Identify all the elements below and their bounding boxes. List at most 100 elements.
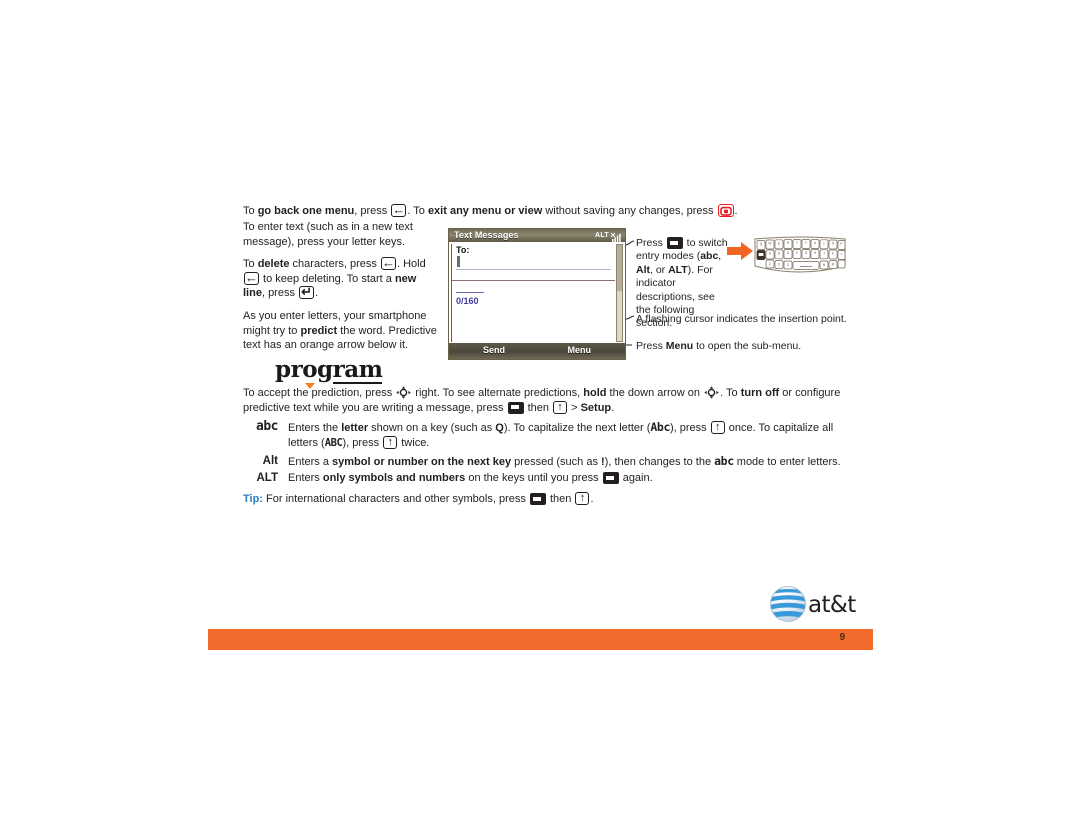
definition-desc-alt: Enters a symbol or number on the next ke… xyxy=(288,454,863,470)
message-separator-rule xyxy=(452,280,615,281)
callout1-mode-abc: abc xyxy=(700,250,719,263)
accept-text-7: > xyxy=(568,401,581,414)
phone-status-mode: ALT xyxy=(595,231,609,239)
abc-text-4: ), press xyxy=(669,422,710,434)
definition-row-abc: abc Enters the letter shown on a key (su… xyxy=(243,419,863,450)
program-highlight: ram xyxy=(332,356,383,384)
softkey-menu[interactable]: Menu xyxy=(568,345,592,355)
intro-bold-exit: exit any menu or view xyxy=(427,205,543,217)
delete-bold: delete xyxy=(257,258,290,271)
intro-bold-go-back: go back one menu xyxy=(257,205,355,217)
character-counter: 0/160 xyxy=(456,296,479,306)
intro-text-1: To xyxy=(243,205,258,217)
accept-text-8: . xyxy=(611,401,615,414)
svg-text:S: S xyxy=(778,251,780,255)
softkey-send[interactable]: Send xyxy=(483,345,505,355)
tip-row: Tip: For international characters and ot… xyxy=(243,491,863,507)
abc-bold-letter: letter xyxy=(341,422,369,434)
callout3-text-1: Press xyxy=(636,340,666,352)
delete-text-2: characters, press xyxy=(289,258,380,271)
callout1-mode-alt: Alt xyxy=(636,263,650,276)
callout1-text-3: , xyxy=(718,250,722,263)
abc-bold-q: Q xyxy=(495,422,504,434)
intro-text-5: . xyxy=(734,205,738,217)
predict-bold: predict xyxy=(300,324,338,337)
accept-text-6: then xyxy=(524,401,553,414)
callout1-mode-ALT: ALT xyxy=(668,263,688,276)
tip-text-2: then xyxy=(546,493,575,505)
accept-text-1: To accept the prediction, press xyxy=(243,387,396,399)
alt-text-3: ), then changes to the xyxy=(604,456,715,468)
orange-pointer-arrow xyxy=(727,242,753,260)
delete-text-6: . xyxy=(315,287,319,300)
delete-text-3: . Hold xyxy=(396,258,426,271)
alt-key-icon xyxy=(602,472,619,484)
att-wordmark: at&t xyxy=(808,592,856,618)
page-number: 9 xyxy=(839,632,845,643)
alt-key-icon xyxy=(666,237,683,249)
accept-bold-hold: hold xyxy=(583,387,607,399)
abc-text-2: shown on a key (such as xyxy=(368,422,496,434)
to-field-label: To: xyxy=(456,245,470,255)
back-key-icon xyxy=(244,270,259,286)
alt-bold-symbol: symbol or number on the next key xyxy=(332,456,512,468)
back-key-icon xyxy=(380,255,396,271)
callout2-text: A flashing cursor indicates the insertio… xyxy=(636,313,847,325)
svg-text:F: F xyxy=(796,251,798,255)
abc-text-3: ). To capitalize the next letter ( xyxy=(503,422,651,434)
footer-bar: 9 xyxy=(208,629,873,650)
callout-sub-menu: Press Menu to open the sub-menu. xyxy=(636,340,866,353)
phone-scrollbar-thumb[interactable] xyxy=(617,245,622,292)
phone-softkey-bar: Send Menu xyxy=(449,343,625,359)
callout3-text-2: to open the sub-menu. xyxy=(693,340,802,352)
accept-text-4: . To xyxy=(720,387,741,399)
shift-key-icon xyxy=(575,491,590,505)
svg-text:P: P xyxy=(840,242,842,246)
accept-text-3: the down arrow on xyxy=(606,387,704,399)
definition-desc-abc: Enters the letter shown on a key (such a… xyxy=(288,420,863,450)
nav-pad-icon xyxy=(396,386,411,399)
definition-term-abc: abc xyxy=(256,419,278,434)
paragraph-delete: To delete characters, press . Hold to ke… xyxy=(243,255,439,301)
enter-text-body: To enter text (such as in a new text mes… xyxy=(243,221,413,248)
svg-text:L: L xyxy=(841,252,843,256)
left-text-column: To enter text (such as in a new text mes… xyxy=(243,220,439,361)
qwerty-keyboard-illustration: QWE RTY UIO P ASD FGH JKL ZXC NM xyxy=(752,236,848,278)
callout1-text-1: Press xyxy=(636,237,666,249)
delete-text-1: To xyxy=(243,258,258,271)
program-prefix: prog xyxy=(275,356,333,383)
accept-bold-setup: Setup xyxy=(580,401,612,414)
accept-prediction-paragraph: To accept the prediction, press right. T… xyxy=(243,386,863,417)
abc-text-6: ), press xyxy=(342,436,383,449)
delete-text-5: , press xyxy=(261,287,299,300)
nav-pad-icon xyxy=(704,386,719,399)
definition-desc-ALT: Enters only symbols and numbers on the k… xyxy=(288,471,863,486)
definition-term-ALT: ALT xyxy=(256,472,278,484)
definition-term-alt: Alt xyxy=(262,455,278,467)
shift-key-icon xyxy=(553,400,568,414)
svg-text:M: M xyxy=(832,263,835,267)
definition-row-ALT: ALT Enters only symbols and numbers on t… xyxy=(243,471,863,486)
alt-text-1: Enters a xyxy=(288,456,333,468)
phone-title-bar: Text Messages ALT xyxy=(449,229,625,242)
intro-text-4: without saving any changes, press xyxy=(542,205,717,217)
back-key-icon xyxy=(391,202,407,218)
tip-label: Tip: xyxy=(243,493,263,505)
phone-screen-mockup: Text Messages ALT To: 0/160 Send Menu xyxy=(448,228,626,360)
delete-text-4: to keep deleting. To start a xyxy=(260,272,395,285)
alt-key-icon xyxy=(507,401,524,414)
enter-key-icon xyxy=(299,284,315,300)
phone-screen-title: Text Messages xyxy=(454,230,519,240)
predictive-text-sample: program xyxy=(275,356,383,389)
ALT-text-2: on the keys until you press xyxy=(465,472,602,484)
phone-scrollbar[interactable] xyxy=(616,244,623,342)
mode-glyph-Abc: Abc xyxy=(650,420,670,434)
mode-glyph-ABC: ABC xyxy=(324,436,343,449)
shift-key-icon xyxy=(710,420,725,434)
mode-glyph-abc: abc xyxy=(714,454,734,468)
svg-text:Z: Z xyxy=(769,262,771,266)
intro-line: To go back one menu, press . To exit any… xyxy=(243,202,883,219)
definition-row-alt: Alt Enters a symbol or number on the nex… xyxy=(243,454,863,470)
text-cursor xyxy=(457,256,460,267)
intro-text-2: , press xyxy=(354,205,391,217)
